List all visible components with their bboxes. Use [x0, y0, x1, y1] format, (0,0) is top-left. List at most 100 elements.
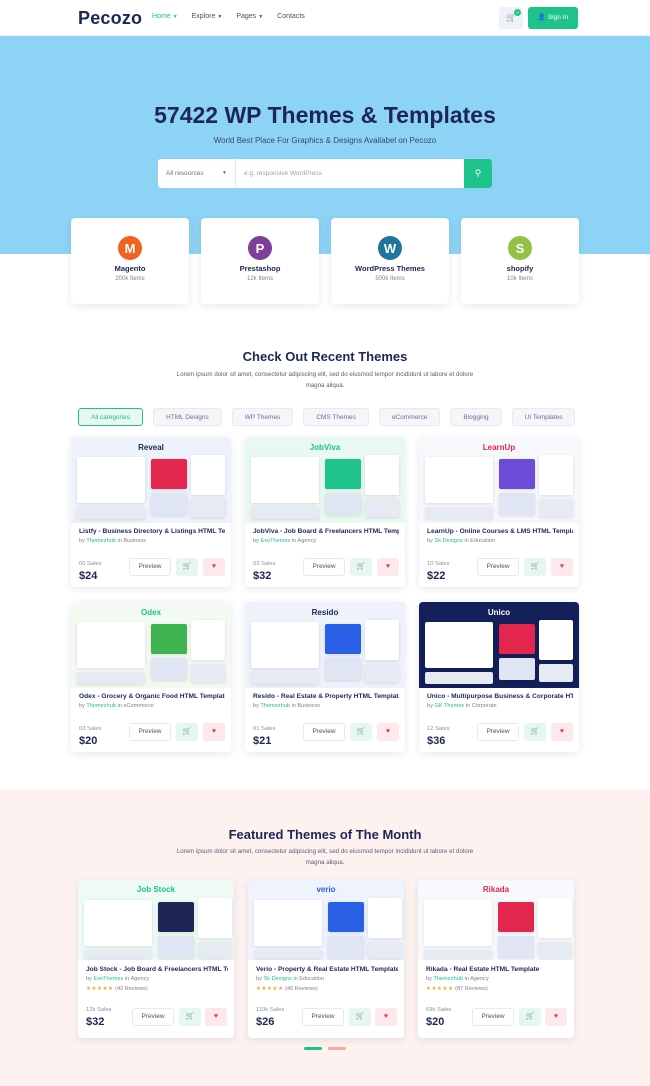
theme-preview-image[interactable]: verio — [248, 880, 404, 960]
theme-title[interactable]: Odex - Grocery & Organic Food HTML Templ… — [79, 693, 225, 700]
theme-title[interactable]: Job Stock - Job Board & Freelancers HTML… — [86, 966, 228, 973]
theme-category[interactable]: Agency — [470, 976, 489, 982]
category-card-prestashop[interactable]: P Prestashop 12k Items — [201, 218, 319, 304]
theme-card: Odex Odex - Grocery & Organic Food HTML T… — [71, 602, 231, 752]
theme-title[interactable]: Listfy - Business Directory & Listings H… — [79, 528, 225, 535]
theme-sales: 10 Sales — [427, 561, 450, 567]
theme-category[interactable]: Corporate — [472, 703, 497, 709]
filter-ui-templates[interactable]: UI Templates — [511, 408, 576, 426]
theme-author[interactable]: ExoThemes — [260, 538, 290, 544]
theme-preview-image[interactable]: Unico — [419, 602, 579, 688]
add-to-cart-button[interactable]: 🛒 — [179, 1008, 201, 1026]
add-to-cart-button[interactable]: 🛒 — [519, 1008, 541, 1026]
carousel-dot[interactable] — [328, 1047, 346, 1050]
add-to-cart-button[interactable]: 🛒 — [350, 558, 372, 576]
logo[interactable]: Pecozo — [78, 8, 142, 29]
theme-category[interactable]: Agency — [131, 976, 150, 982]
theme-title[interactable]: Unico - Multipurpose Business & Corporat… — [427, 693, 573, 700]
search-button[interactable]: ⚲ — [464, 159, 492, 188]
by-label: by — [79, 703, 85, 709]
wishlist-button[interactable]: ♥ — [203, 723, 225, 741]
search-input[interactable]: e.g. responsive WordPress — [236, 159, 464, 188]
filter-all-categories[interactable]: All categories — [78, 408, 144, 426]
category-card-magento[interactable]: M Magento 200k Items — [71, 218, 189, 304]
theme-author[interactable]: Themezhub — [260, 703, 290, 709]
wishlist-button[interactable]: ♥ — [377, 558, 399, 576]
wishlist-button[interactable]: ♥ — [375, 1008, 397, 1026]
nav-item-home[interactable]: Home ▼ — [152, 13, 178, 20]
category-card-wordpress[interactable]: W WordPress Themes 500k Items — [331, 218, 449, 304]
filter-wp-themes[interactable]: WP Themes — [231, 408, 294, 426]
theme-sales: 03 Sales — [79, 726, 102, 732]
star-icons: ★★★★★ — [86, 986, 114, 992]
theme-category[interactable]: Education — [299, 976, 324, 982]
sign-in-button[interactable]: 👤 Sign In — [528, 7, 578, 29]
theme-category[interactable]: Business — [297, 703, 320, 709]
preview-button[interactable]: Preview — [477, 558, 519, 576]
preview-button[interactable]: Preview — [303, 558, 345, 576]
theme-brand-logo: Odex — [140, 608, 161, 617]
theme-author[interactable]: Themezhub — [86, 703, 116, 709]
filter-cms-themes[interactable]: CMS Themes — [303, 408, 369, 426]
wishlist-button[interactable]: ♥ — [545, 1008, 567, 1026]
preview-button[interactable]: Preview — [472, 1008, 514, 1026]
theme-author[interactable]: Sk Designs — [434, 538, 462, 544]
theme-preview-image[interactable]: JobViva — [245, 437, 405, 523]
theme-preview-image[interactable]: Odex — [71, 602, 231, 688]
add-to-cart-button[interactable]: 🛒 — [350, 723, 372, 741]
preview-button[interactable]: Preview — [477, 723, 519, 741]
theme-preview-image[interactable]: Resido — [245, 602, 405, 688]
category-select[interactable]: All resources ▼ — [158, 159, 236, 188]
chevron-down-icon: ▼ — [217, 14, 223, 20]
theme-title[interactable]: Resido - Real Estate & Property HTML Tem… — [253, 693, 399, 700]
theme-author[interactable]: ExoThemes — [93, 976, 123, 982]
nav-item-explore[interactable]: Explore ▼ — [192, 13, 223, 20]
wordpress-icon: W — [378, 236, 402, 260]
theme-author[interactable]: Themezhub — [86, 538, 116, 544]
theme-author[interactable]: GK Themes — [434, 703, 464, 709]
top-header: Pecozo Home ▼ Explore ▼ Pages ▼ Contacts 🛒 … — [0, 0, 650, 36]
theme-preview-image[interactable]: LearnUp — [419, 437, 579, 523]
wishlist-button[interactable]: ♥ — [377, 723, 399, 741]
category-card-shopify[interactable]: S shopify 10k Items — [461, 218, 579, 304]
preview-panel — [499, 493, 535, 515]
add-to-cart-button[interactable]: 🛒 — [176, 723, 198, 741]
add-to-cart-button[interactable]: 🛒 — [176, 558, 198, 576]
nav-item-contacts[interactable]: Contacts — [277, 13, 305, 20]
filter-blogging[interactable]: Blogging — [450, 408, 502, 426]
wishlist-button[interactable]: ♥ — [551, 558, 573, 576]
add-to-cart-button[interactable]: 🛒 — [524, 723, 546, 741]
preview-panel — [254, 900, 322, 946]
wishlist-button[interactable]: ♥ — [551, 723, 573, 741]
theme-category[interactable]: Agency — [298, 538, 317, 544]
cart-count-badge: 0 — [514, 9, 521, 16]
preview-button[interactable]: Preview — [302, 1008, 344, 1026]
theme-preview-image[interactable]: Reveal — [71, 437, 231, 523]
wishlist-button[interactable]: ♥ — [203, 558, 225, 576]
add-to-cart-button[interactable]: 🛒 — [524, 558, 546, 576]
preview-panel — [198, 942, 232, 958]
theme-title[interactable]: LearnUp - Online Courses & LMS HTML Temp… — [427, 528, 573, 535]
prestashop-icon: P — [248, 236, 272, 260]
wishlist-button[interactable]: ♥ — [205, 1008, 227, 1026]
add-to-cart-button[interactable]: 🛒 — [349, 1008, 371, 1026]
filter-html-designs[interactable]: HTML Designs — [153, 408, 222, 426]
theme-title[interactable]: Rikada - Real Estate HTML Template — [426, 966, 568, 973]
theme-preview-image[interactable]: Rikada — [418, 880, 574, 960]
preview-button[interactable]: Preview — [303, 723, 345, 741]
nav-item-pages[interactable]: Pages ▼ — [236, 13, 263, 20]
filter-ecommerce[interactable]: eCommerce — [378, 408, 441, 426]
cart-button[interactable]: 🛒 0 — [499, 7, 523, 29]
theme-category[interactable]: Education — [470, 538, 495, 544]
preview-button[interactable]: Preview — [129, 723, 171, 741]
theme-preview-image[interactable]: Job Stock — [78, 880, 234, 960]
preview-button[interactable]: Preview — [129, 558, 171, 576]
theme-author[interactable]: Themezhub — [433, 976, 463, 982]
carousel-dot-active[interactable] — [304, 1047, 322, 1050]
theme-category[interactable]: Business — [123, 538, 146, 544]
theme-category[interactable]: eCommerce — [123, 703, 153, 709]
theme-title[interactable]: Verio - Property & Real Estate HTML Temp… — [256, 966, 398, 973]
theme-author[interactable]: Sk Designs — [263, 976, 291, 982]
theme-title[interactable]: JobViva - Job Board & Freelancers HTML T… — [253, 528, 399, 535]
preview-button[interactable]: Preview — [132, 1008, 174, 1026]
